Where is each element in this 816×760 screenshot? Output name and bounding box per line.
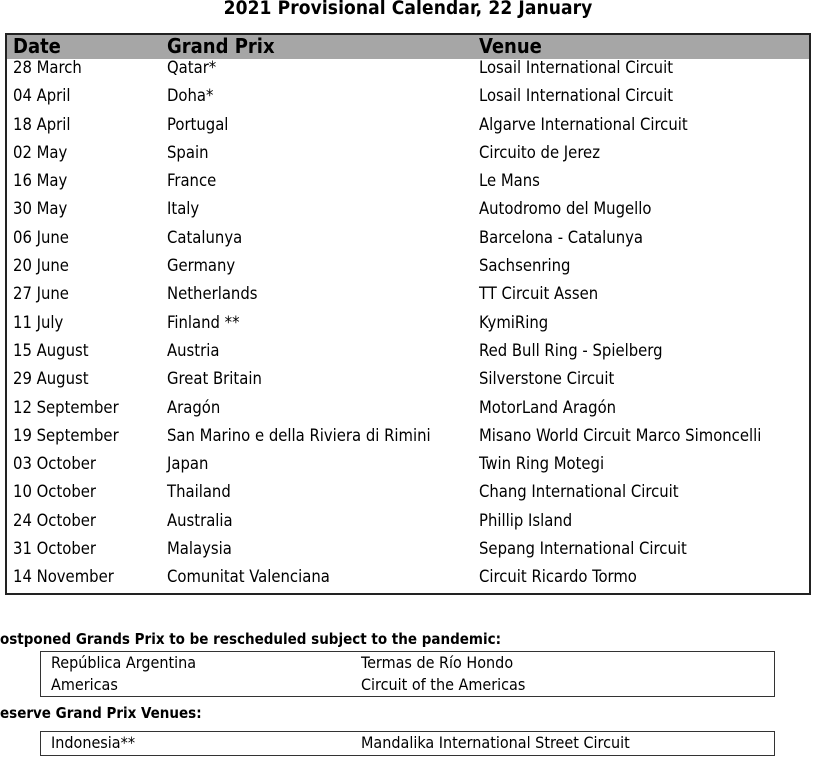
- venue-cell: Circuito de Jerez: [479, 142, 600, 162]
- calendar-row: 27 June Netherlands TT Circuit Assen: [7, 283, 809, 311]
- date-cell: 24 October: [13, 510, 96, 530]
- header-grand-prix: Grand Prix: [167, 34, 275, 58]
- calendar-row: 28 March Qatar* Losail International Circu…: [7, 57, 809, 85]
- date-cell: 11 July: [13, 312, 64, 332]
- calendar-row: 20 June Germany Sachsenring: [7, 255, 809, 283]
- calendar-table: Date Grand Prix Venue 28 March Qatar* Losa…: [5, 33, 811, 595]
- venue-cell: Barcelona - Catalunya: [479, 227, 644, 247]
- date-cell: 30 May: [13, 199, 68, 219]
- grand-prix-cell: Catalunya: [167, 227, 243, 247]
- grand-prix-cell: Thailand: [167, 482, 231, 502]
- venue-cell: Losail International Circuit: [479, 86, 674, 106]
- venue-cell: MotorLand Aragón: [479, 397, 617, 417]
- venue-cell: Termas de Río Hondo: [361, 653, 514, 672]
- postponed-heading: ostponed Grands Prix to be rescheduled s…: [0, 630, 501, 648]
- date-cell: 16 May: [13, 171, 68, 191]
- venue-cell: Misano World Circuit Marco Simoncelli: [479, 425, 762, 445]
- grand-prix-cell: Doha*: [167, 86, 214, 106]
- grand-prix-cell: Japan: [167, 454, 209, 474]
- date-cell: 04 April: [13, 86, 71, 106]
- calendar-row: 04 April Doha* Losail International Circui…: [7, 85, 809, 113]
- date-cell: 03 October: [13, 454, 96, 474]
- calendar-row: 14 November Comunitat Valenciana Circuit R…: [7, 566, 809, 594]
- venue-cell: Autodromo del Mugello: [479, 199, 652, 219]
- venue-cell: Algarve International Circuit: [479, 114, 688, 134]
- calendar-rows: 28 March Qatar* Losail International Circu…: [7, 57, 809, 595]
- grand-prix-cell: Aragón: [167, 397, 221, 417]
- date-cell: 27 June: [13, 284, 69, 304]
- date-cell: 28 March: [13, 58, 82, 77]
- grand-prix-cell: San Marino e della Riviera di Rimini: [167, 425, 431, 445]
- grand-prix-cell: Finland **: [167, 312, 240, 332]
- postponed-row: Americas Circuit of the Americas: [41, 674, 774, 696]
- venue-cell: Sepang International Circuit: [479, 539, 687, 559]
- header-venue: Venue: [479, 34, 542, 58]
- venue-cell: Sachsenring: [479, 256, 571, 276]
- calendar-row: 11 July Finland ** KymiRing: [7, 312, 809, 340]
- date-cell: 02 May: [13, 142, 68, 162]
- grand-prix-cell: Italy: [167, 199, 200, 219]
- venue-cell: Circuit Ricardo Tormo: [479, 567, 637, 587]
- header-date: Date: [13, 34, 61, 58]
- date-cell: 31 October: [13, 539, 96, 559]
- postponed-row: República Argentina Termas de Río Hondo: [41, 652, 774, 674]
- grand-prix-cell: Netherlands: [167, 284, 258, 304]
- date-cell: 19 September: [13, 425, 119, 445]
- calendar-row: 10 October Thailand Chang International Ci…: [7, 481, 809, 509]
- venue-cell: Twin Ring Motegi: [479, 454, 605, 474]
- grand-prix-cell: Australia: [167, 510, 233, 530]
- calendar-header-row: Date Grand Prix Venue: [7, 34, 809, 59]
- calendar-row: 24 October Australia Phillip Island: [7, 510, 809, 538]
- calendar-row: 06 June Catalunya Barcelona - Catalunya: [7, 227, 809, 255]
- calendar-row: 30 May Italy Autodromo del Mugello: [7, 198, 809, 226]
- venue-cell: Red Bull Ring - Spielberg: [479, 340, 663, 360]
- venue-cell: KymiRing: [479, 312, 549, 332]
- grand-prix-cell: France: [167, 171, 217, 191]
- document-title: 2021 Provisional Calendar, 22 January: [223, 0, 593, 19]
- grand-prix-cell: Qatar*: [167, 58, 217, 77]
- calendar-row: 29 August Great Britain Silverstone Circui…: [7, 368, 809, 396]
- calendar-row: 19 September San Marino e della Riviera d…: [7, 425, 809, 453]
- grand-prix-cell: Comunitat Valenciana: [167, 567, 330, 587]
- grand-prix-cell: República Argentina: [51, 653, 197, 672]
- date-cell: 20 June: [13, 256, 69, 276]
- reserve-heading: eserve Grand Prix Venues:: [0, 704, 202, 722]
- grand-prix-cell: Americas: [51, 675, 118, 694]
- venue-cell: TT Circuit Assen: [479, 284, 599, 304]
- grand-prix-cell: Malaysia: [167, 539, 232, 559]
- grand-prix-cell: Spain: [167, 142, 209, 162]
- venue-cell: Losail International Circuit: [479, 58, 674, 77]
- calendar-row: 12 September Aragón MotorLand Aragón: [7, 397, 809, 425]
- grand-prix-cell: Great Britain: [167, 369, 262, 389]
- venue-cell: Le Mans: [479, 171, 540, 191]
- calendar-row: 31 October Malaysia Sepang International C…: [7, 538, 809, 566]
- grand-prix-cell: Indonesia**: [51, 733, 136, 752]
- calendar-row: 02 May Spain Circuito de Jerez: [7, 142, 809, 170]
- grand-prix-cell: Austria: [167, 340, 220, 360]
- reserve-row: Indonesia** Mandalika International Stree…: [41, 732, 774, 754]
- calendar-row: 15 August Austria Red Bull Ring - Spielber…: [7, 340, 809, 368]
- calendar-row: 03 October Japan Twin Ring Motegi: [7, 453, 809, 481]
- reserve-table: Indonesia** Mandalika International Stree…: [40, 731, 775, 756]
- date-cell: 12 September: [13, 397, 119, 417]
- date-cell: 14 November: [13, 567, 114, 587]
- calendar-row: 16 May France Le Mans: [7, 170, 809, 198]
- date-cell: 29 August: [13, 369, 89, 389]
- venue-cell: Circuit of the Americas: [361, 675, 526, 694]
- date-cell: 15 August: [13, 340, 89, 360]
- venue-cell: Phillip Island: [479, 510, 573, 530]
- date-cell: 18 April: [13, 114, 71, 134]
- grand-prix-cell: Germany: [167, 256, 236, 276]
- date-cell: 06 June: [13, 227, 69, 247]
- date-cell: 10 October: [13, 482, 96, 502]
- venue-cell: Mandalika International Street Circuit: [361, 733, 630, 752]
- postponed-table: República Argentina Termas de Río Hondo Am…: [40, 651, 775, 697]
- calendar-row: 18 April Portugal Algarve International Ci…: [7, 114, 809, 142]
- venue-cell: Silverstone Circuit: [479, 369, 615, 389]
- venue-cell: Chang International Circuit: [479, 482, 679, 502]
- grand-prix-cell: Portugal: [167, 114, 229, 134]
